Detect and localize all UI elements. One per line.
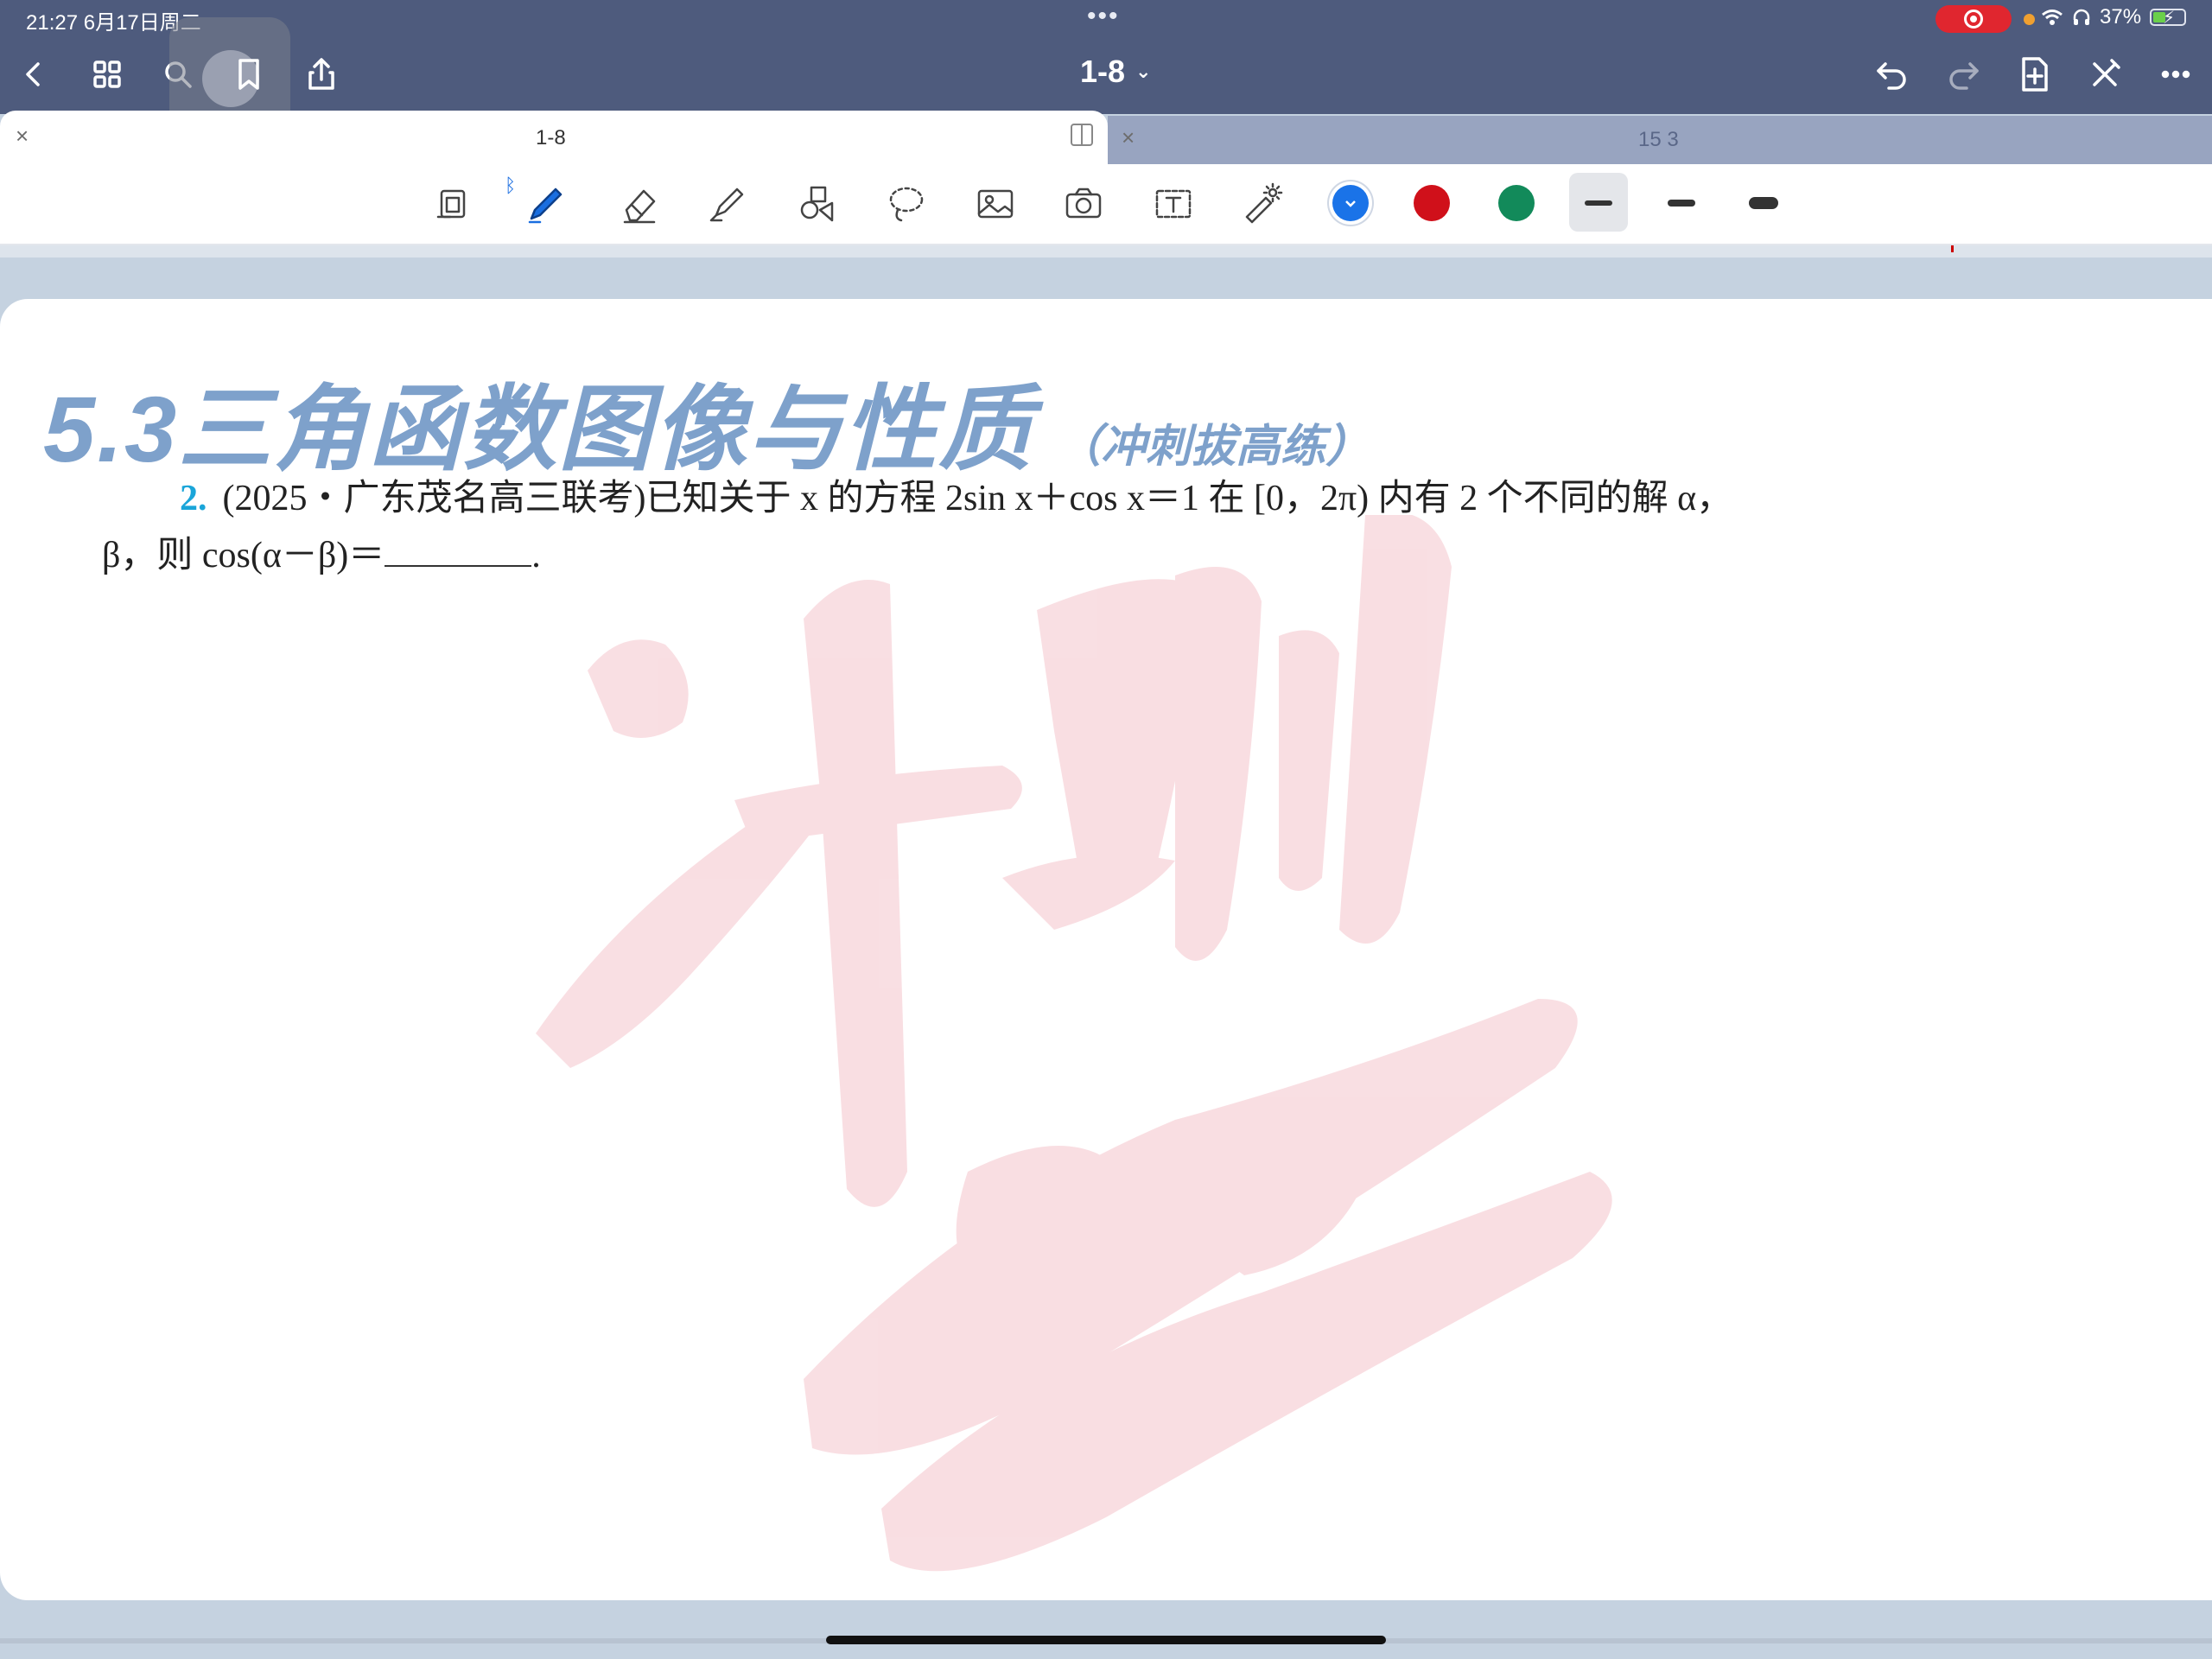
screen-recording-indicator[interactable]	[1936, 5, 2012, 33]
color-swatch-red[interactable]	[1414, 185, 1450, 221]
privacy-indicator-dot	[2024, 14, 2035, 25]
shapes-icon[interactable]	[790, 176, 845, 232]
multitasking-dots[interactable]: •••	[1087, 2, 1120, 31]
bookmark-icon[interactable]	[225, 50, 273, 99]
question-line-2: β，则 cos(α－β)＝	[102, 536, 385, 575]
chevron-down-icon: ⌄	[1135, 60, 1152, 82]
section-heading: 5.3三角函数图像与性质 （冲刺拔高练）	[43, 354, 1370, 489]
question-line-1: (2025・广东茂名高三联考)已知关于 x 的方程 2sin x＋cos x＝1…	[222, 479, 1733, 518]
camera-icon[interactable]	[1056, 176, 1111, 232]
image-icon[interactable]	[968, 176, 1023, 232]
stroke-width-medium[interactable]	[1668, 200, 1695, 207]
tab-close-icon[interactable]: ×	[1122, 124, 1135, 151]
wifi-icon	[2042, 10, 2063, 25]
pen-icon[interactable]	[518, 176, 574, 232]
page-bottom-area	[0, 1600, 2212, 1659]
battery-icon: ⚡	[2150, 9, 2187, 28]
page-separator	[0, 245, 2212, 257]
share-icon[interactable]	[297, 50, 346, 99]
tab-label: 1-8	[536, 126, 566, 149]
close-x-icon[interactable]	[2081, 50, 2129, 99]
tab-close-icon[interactable]: ×	[16, 123, 29, 149]
problem-text: 2. (2025・广东茂名高三联考)已知关于 x 的方程 2sin x＋cos x…	[102, 470, 1830, 584]
top-navigation-bar: 21:27 6月17日周二 ••• 37% ⚡ 1-8 ⌄	[0, 0, 2212, 138]
question-line-2-end: .	[531, 536, 541, 575]
chevron-left-icon[interactable]	[10, 50, 59, 99]
tab-label: 15 3	[1638, 128, 1679, 151]
answer-blank	[385, 534, 532, 567]
text-box-icon[interactable]	[1146, 176, 1201, 232]
home-indicator[interactable]	[826, 1636, 1386, 1644]
grid-icon[interactable]	[83, 50, 131, 99]
stroke-width-thin[interactable]	[1585, 200, 1612, 206]
tab-15-3[interactable]: × 15 3	[1108, 116, 2212, 164]
question-number: 2.	[180, 479, 207, 518]
stroke-width-thick[interactable]	[1749, 197, 1778, 209]
heading-title: 5.3三角函数图像与性质	[43, 377, 1034, 481]
battery-percent: 37%	[2100, 5, 2142, 29]
status-icons: 37% ⚡	[2041, 5, 2187, 29]
document-title-dropdown[interactable]: 1-8 ⌄	[1080, 54, 1151, 90]
chevron-down-icon	[1345, 200, 1356, 207]
color-swatch-blue[interactable]	[1332, 185, 1369, 221]
color-swatch-green[interactable]	[1498, 185, 1535, 221]
more-icon[interactable]	[2152, 50, 2200, 99]
eraser-icon[interactable]	[612, 176, 667, 232]
add-page-icon[interactable]	[2010, 50, 2058, 99]
split-view-icon[interactable]	[1070, 123, 1094, 147]
ink-mark	[1951, 245, 1954, 252]
highlighter-icon[interactable]	[700, 176, 755, 232]
undo-icon[interactable]	[1868, 50, 1916, 99]
headphones-icon	[2073, 9, 2090, 25]
heading-subtitle: （冲刺拔高练）	[1056, 422, 1371, 472]
document-title: 1-8	[1080, 54, 1126, 89]
watermark-logo	[536, 515, 1612, 1572]
document-page[interactable]: 5.3三角函数图像与性质 （冲刺拔高练） 2. (2025・广东茂名高三联考)已知关…	[0, 299, 2212, 1600]
read-mode-icon[interactable]	[425, 176, 480, 232]
redo-icon[interactable]	[1939, 50, 1987, 99]
annotation-toolbar: ᛒ	[0, 164, 2212, 245]
bluetooth-icon: ᛒ	[505, 175, 517, 196]
tab-1-8[interactable]: × 1-8	[0, 111, 1108, 164]
laser-pointer-icon[interactable]	[1234, 176, 1289, 232]
lasso-icon[interactable]	[878, 176, 933, 232]
